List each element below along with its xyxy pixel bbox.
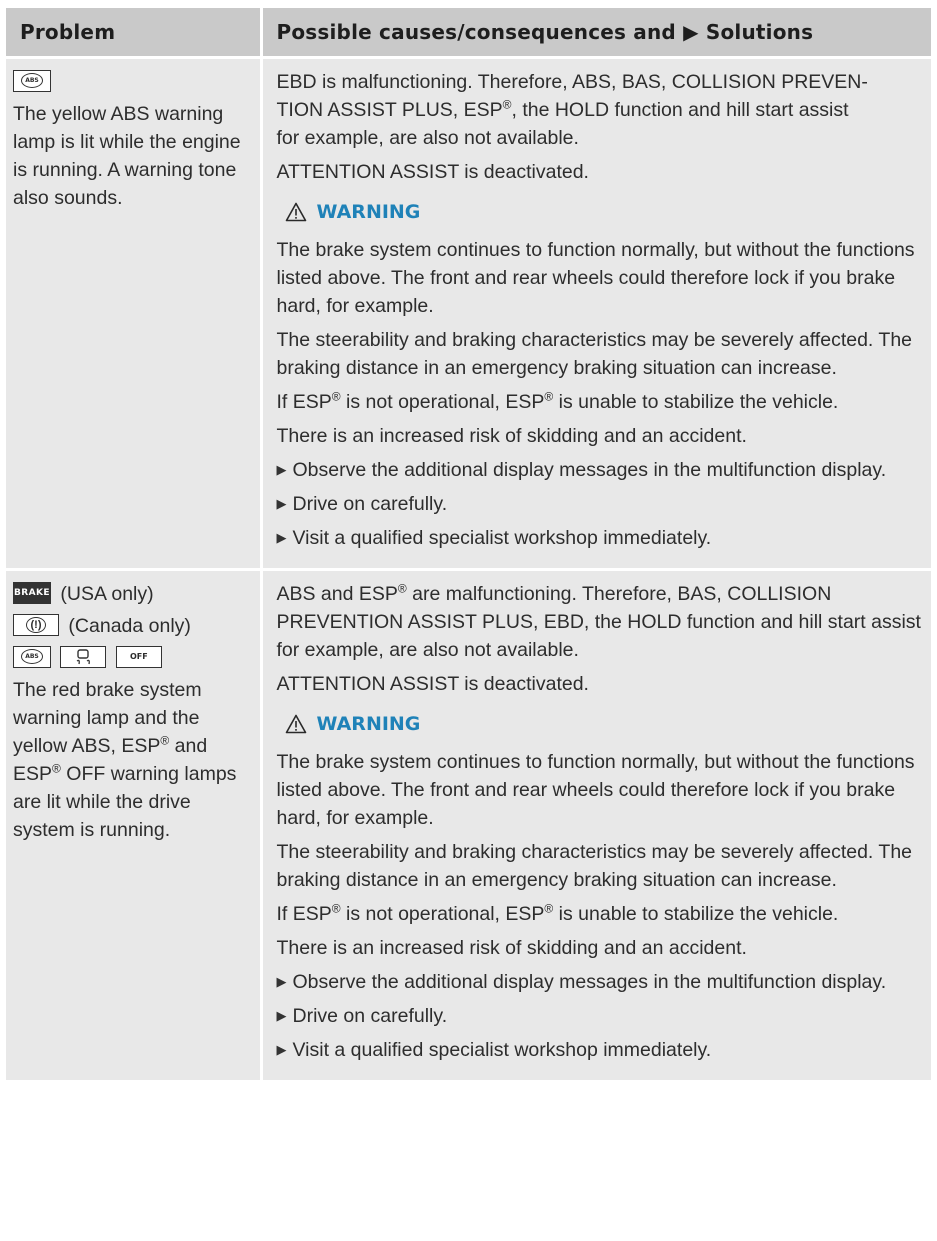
list-item: ▶ Drive on carefully. — [277, 490, 922, 518]
cause-text: ABS and ESP® are malfunctioning. Therefo… — [276, 581, 921, 662]
risk-text: There is an increased risk of skidding a… — [276, 937, 747, 959]
header-solutions: Possible causes/consequences and ▶ Solut… — [261, 8, 931, 58]
solutions-arrow-icon: ▶ — [683, 20, 699, 44]
solution-cell: EBD is malfunctioning. Therefore, ABS, B… — [261, 56, 931, 570]
table-header-row: Problem Possible causes/consequences and… — [6, 8, 931, 58]
header-problem: Problem — [6, 8, 263, 58]
cause-text: EBD is malfunctioning. Therefore, ABS, B… — [276, 71, 868, 149]
esp-text: If ESP® is not operational, ESP® is unab… — [276, 901, 839, 926]
brake-canada-lamp-icon: (!) — [13, 613, 59, 636]
warning-heading: WARNING — [285, 198, 922, 226]
bullet-arrow-icon: ▶ — [276, 496, 287, 511]
bullet-arrow-icon: ▶ — [276, 462, 287, 477]
list-item: ▶ Visit a qualified specialist workshop i… — [277, 1036, 922, 1064]
warning-label: WARNING — [316, 201, 421, 223]
list-item: ▶ Visit a qualified specialist workshop i… — [277, 524, 922, 552]
esp-warning-lamp-icon — [60, 645, 107, 668]
lamp-row: (!) (Canada only) — [13, 612, 254, 640]
bullet-arrow-icon: ▶ — [276, 1042, 287, 1057]
bullet-arrow-icon: ▶ — [276, 1008, 287, 1023]
warning-text: The steerability and braking characteris… — [276, 841, 913, 891]
lamp-note: (USA only) — [60, 583, 154, 605]
warning-triangle-icon — [285, 714, 306, 734]
lamp-row: BRAKE (USA only) — [13, 580, 254, 608]
attention-assist-text: ATTENTION ASSIST is deactivated. — [276, 673, 589, 695]
header-solutions-suffix: Solutions — [705, 20, 814, 44]
warning-label: WARNING — [316, 713, 421, 735]
bullet-arrow-icon: ▶ — [276, 974, 287, 989]
problem-cell: BRAKE (USA only) (!) (Canada only) ABS O… — [6, 568, 263, 1080]
esp-text: If ESP® is not operational, ESP® is unab… — [276, 389, 839, 414]
abs-warning-lamp-icon: ABS — [13, 645, 51, 668]
troubleshooting-table: Problem Possible causes/consequences and… — [6, 8, 931, 1080]
abs-warning-lamp-icon: ABS — [13, 69, 51, 92]
brake-warning-lamp-icon: BRAKE — [13, 581, 51, 604]
lamp-note: (Canada only) — [68, 615, 191, 637]
problem-text: The yellow ABS warning lamp is lit while… — [13, 103, 241, 209]
solution-cell: ABS and ESP® are malfunctioning. Therefo… — [261, 568, 931, 1080]
list-item: ▶ Drive on carefully. — [277, 1002, 922, 1030]
lamp-row: ABS OFF — [13, 644, 254, 672]
warning-heading: WARNING — [285, 710, 922, 738]
table-row: ABS The yellow ABS warning lamp is lit w… — [6, 56, 931, 570]
list-item: ▶ Observe the additional display messages… — [277, 456, 922, 484]
problem-text: The red brake system warning lamp and th… — [13, 679, 237, 841]
table-row: BRAKE (USA only) (!) (Canada only) ABS O… — [6, 568, 931, 1080]
warning-text: The brake system continues to function n… — [276, 239, 915, 317]
header-solutions-prefix: Possible causes/consequences and — [276, 20, 676, 44]
warning-text: The steerability and braking characteris… — [276, 329, 913, 379]
attention-assist-text: ATTENTION ASSIST is deactivated. — [276, 161, 589, 183]
warning-triangle-icon — [285, 202, 306, 222]
list-item: ▶ Observe the additional display messages… — [277, 968, 922, 996]
problem-cell: ABS The yellow ABS warning lamp is lit w… — [6, 56, 263, 570]
risk-text: There is an increased risk of skidding a… — [276, 425, 747, 447]
lamp-row: ABS — [13, 68, 254, 96]
warning-text: The brake system continues to function n… — [276, 751, 915, 829]
esp-off-warning-lamp-icon: OFF — [115, 645, 162, 668]
bullet-arrow-icon: ▶ — [276, 530, 287, 545]
manual-page: Problem Possible causes/consequences and… — [0, 0, 937, 1241]
